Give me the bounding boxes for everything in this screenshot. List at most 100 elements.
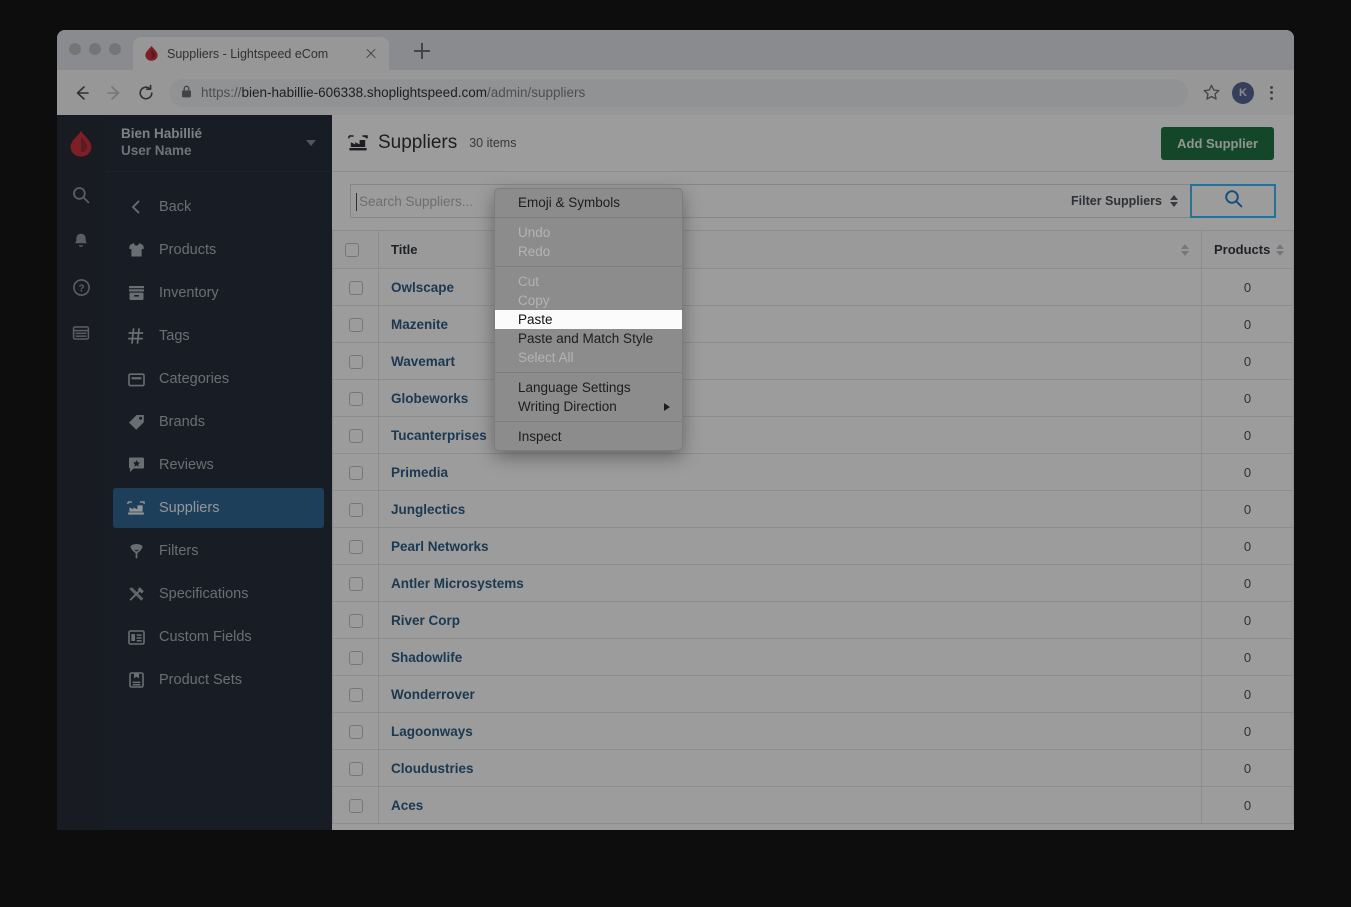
table-row[interactable]: Tucanterprises 0	[332, 416, 1294, 454]
row-select-cell[interactable]	[332, 601, 379, 639]
supplier-link[interactable]: Tucanterprises	[391, 428, 487, 443]
table-row[interactable]: Aces 0	[332, 786, 1294, 824]
row-checkbox[interactable]	[348, 650, 363, 665]
row-select-cell[interactable]	[332, 564, 379, 602]
minimize-window-button[interactable]	[89, 43, 101, 55]
sidebar-item-categories[interactable]: Categories	[113, 359, 324, 399]
row-checkbox[interactable]	[348, 391, 363, 406]
sidebar-item-back[interactable]: Back	[113, 187, 324, 227]
row-checkbox[interactable]	[348, 428, 363, 443]
supplier-link[interactable]: Wavemart	[391, 354, 455, 369]
sidebar-item-suppliers[interactable]: Suppliers	[113, 488, 324, 528]
table-row[interactable]: Wavemart 0	[332, 342, 1294, 380]
supplier-link[interactable]: Antler Microsystems	[391, 576, 524, 591]
supplier-link[interactable]: Cloudustries	[391, 761, 474, 776]
row-checkbox[interactable]	[348, 465, 363, 480]
context-menu-item[interactable]: Writing Direction	[495, 397, 682, 416]
close-tab-icon[interactable]	[363, 46, 379, 62]
supplier-link[interactable]: River Corp	[391, 613, 460, 628]
table-row[interactable]: Primedia 0	[332, 453, 1294, 491]
context-menu-item[interactable]: Language Settings	[495, 378, 682, 397]
close-window-button[interactable]	[69, 43, 81, 55]
add-supplier-button[interactable]: Add Supplier	[1161, 126, 1274, 160]
row-checkbox[interactable]	[348, 502, 363, 517]
lightspeed-logo-icon[interactable]	[57, 115, 105, 172]
supplier-title-cell[interactable]: Lagoonways	[378, 712, 1202, 750]
row-checkbox[interactable]	[348, 317, 363, 332]
table-row[interactable]: River Corp 0	[332, 601, 1294, 639]
star-icon[interactable]	[1196, 78, 1226, 108]
help-icon[interactable]: ?	[57, 264, 105, 310]
shop-switcher[interactable]: Bien Habillié User Name	[105, 115, 332, 172]
sidebar-item-products[interactable]: Products	[113, 230, 324, 270]
row-select-cell[interactable]	[332, 342, 379, 380]
row-select-cell[interactable]	[332, 712, 379, 750]
context-menu-item[interactable]: Paste	[495, 310, 682, 329]
supplier-link[interactable]: Owlscape	[391, 280, 454, 295]
table-row[interactable]: Owlscape 0	[332, 268, 1294, 306]
row-checkbox[interactable]	[348, 687, 363, 702]
sort-icon[interactable]	[1181, 243, 1189, 256]
sidebar-item-custom-fields[interactable]: Custom Fields	[113, 617, 324, 657]
row-select-cell[interactable]	[332, 749, 379, 787]
row-select-cell[interactable]	[332, 490, 379, 528]
kebab-menu-icon[interactable]	[1260, 82, 1282, 104]
context-menu-item[interactable]: Inspect	[495, 427, 682, 446]
supplier-link[interactable]: Lagoonways	[391, 724, 473, 739]
supplier-title-cell[interactable]: Primedia	[378, 453, 1202, 491]
supplier-link[interactable]: Aces	[391, 798, 423, 813]
table-row[interactable]: Globeworks 0	[332, 379, 1294, 417]
row-select-cell[interactable]	[332, 786, 379, 824]
context-menu[interactable]: Emoji & Symbols Undo Redo Cut Copy Paste Paste…	[494, 188, 683, 451]
avatar[interactable]: K	[1232, 81, 1254, 104]
sidebar-item-reviews[interactable]: Reviews	[113, 445, 324, 485]
back-arrow-icon[interactable]	[67, 78, 97, 108]
filter-suppliers-select[interactable]: Filter Suppliers	[1059, 184, 1190, 218]
supplier-title-cell[interactable]: Pearl Networks	[378, 527, 1202, 565]
row-select-cell[interactable]	[332, 453, 379, 491]
supplier-link[interactable]: Mazenite	[391, 317, 448, 332]
address-bar[interactable]: https://bien-habillie-606338.shoplightsp…	[169, 78, 1188, 107]
table-row[interactable]: Shadowlife 0	[332, 638, 1294, 676]
row-checkbox[interactable]	[348, 761, 363, 776]
row-select-cell[interactable]	[332, 268, 379, 306]
forward-arrow-icon[interactable]	[99, 78, 129, 108]
table-row[interactable]: Wonderrover 0	[332, 675, 1294, 713]
supplier-link[interactable]: Wonderrover	[391, 687, 475, 702]
sidebar-item-specifications[interactable]: Specifications	[113, 574, 324, 614]
context-menu-item[interactable]: Paste and Match Style	[495, 329, 682, 348]
row-select-cell[interactable]	[332, 379, 379, 417]
row-checkbox[interactable]	[348, 280, 363, 295]
row-checkbox[interactable]	[348, 576, 363, 591]
supplier-link[interactable]: Globeworks	[391, 391, 468, 406]
search-input[interactable]	[351, 193, 1059, 209]
supplier-title-cell[interactable]: Junglectics	[378, 490, 1202, 528]
supplier-link[interactable]: Shadowlife	[391, 650, 462, 665]
table-row[interactable]: Mazenite 0	[332, 305, 1294, 343]
select-all-checkbox[interactable]	[345, 243, 359, 258]
row-checkbox[interactable]	[348, 539, 363, 554]
sort-icon[interactable]	[1276, 243, 1285, 256]
table-row[interactable]: Pearl Networks 0	[332, 527, 1294, 565]
search-icon[interactable]	[57, 172, 105, 218]
supplier-title-cell[interactable]: Antler Microsystems	[378, 564, 1202, 602]
supplier-title-cell[interactable]: River Corp	[378, 601, 1202, 639]
row-checkbox[interactable]	[348, 798, 363, 813]
maximize-window-button[interactable]	[109, 43, 121, 55]
supplier-title-cell[interactable]: Aces	[378, 786, 1202, 824]
supplier-title-cell[interactable]: Shadowlife	[378, 638, 1202, 676]
sidebar-item-tags[interactable]: Tags	[113, 316, 324, 356]
sidebar-item-filters[interactable]: Filters	[113, 531, 324, 571]
sidebar-item-brands[interactable]: Brands	[113, 402, 324, 442]
supplier-title-cell[interactable]: Wonderrover	[378, 675, 1202, 713]
sidebar-item-inventory[interactable]: Inventory	[113, 273, 324, 313]
row-checkbox[interactable]	[348, 354, 363, 369]
browser-tab[interactable]: Suppliers - Lightspeed eCom	[133, 37, 389, 70]
row-select-cell[interactable]	[332, 305, 379, 343]
table-row[interactable]: Junglectics 0	[332, 490, 1294, 528]
row-select-cell[interactable]	[332, 675, 379, 713]
row-checkbox[interactable]	[348, 724, 363, 739]
row-checkbox[interactable]	[348, 613, 363, 628]
window-controls[interactable]	[69, 43, 121, 55]
browser-icon[interactable]	[57, 310, 105, 356]
